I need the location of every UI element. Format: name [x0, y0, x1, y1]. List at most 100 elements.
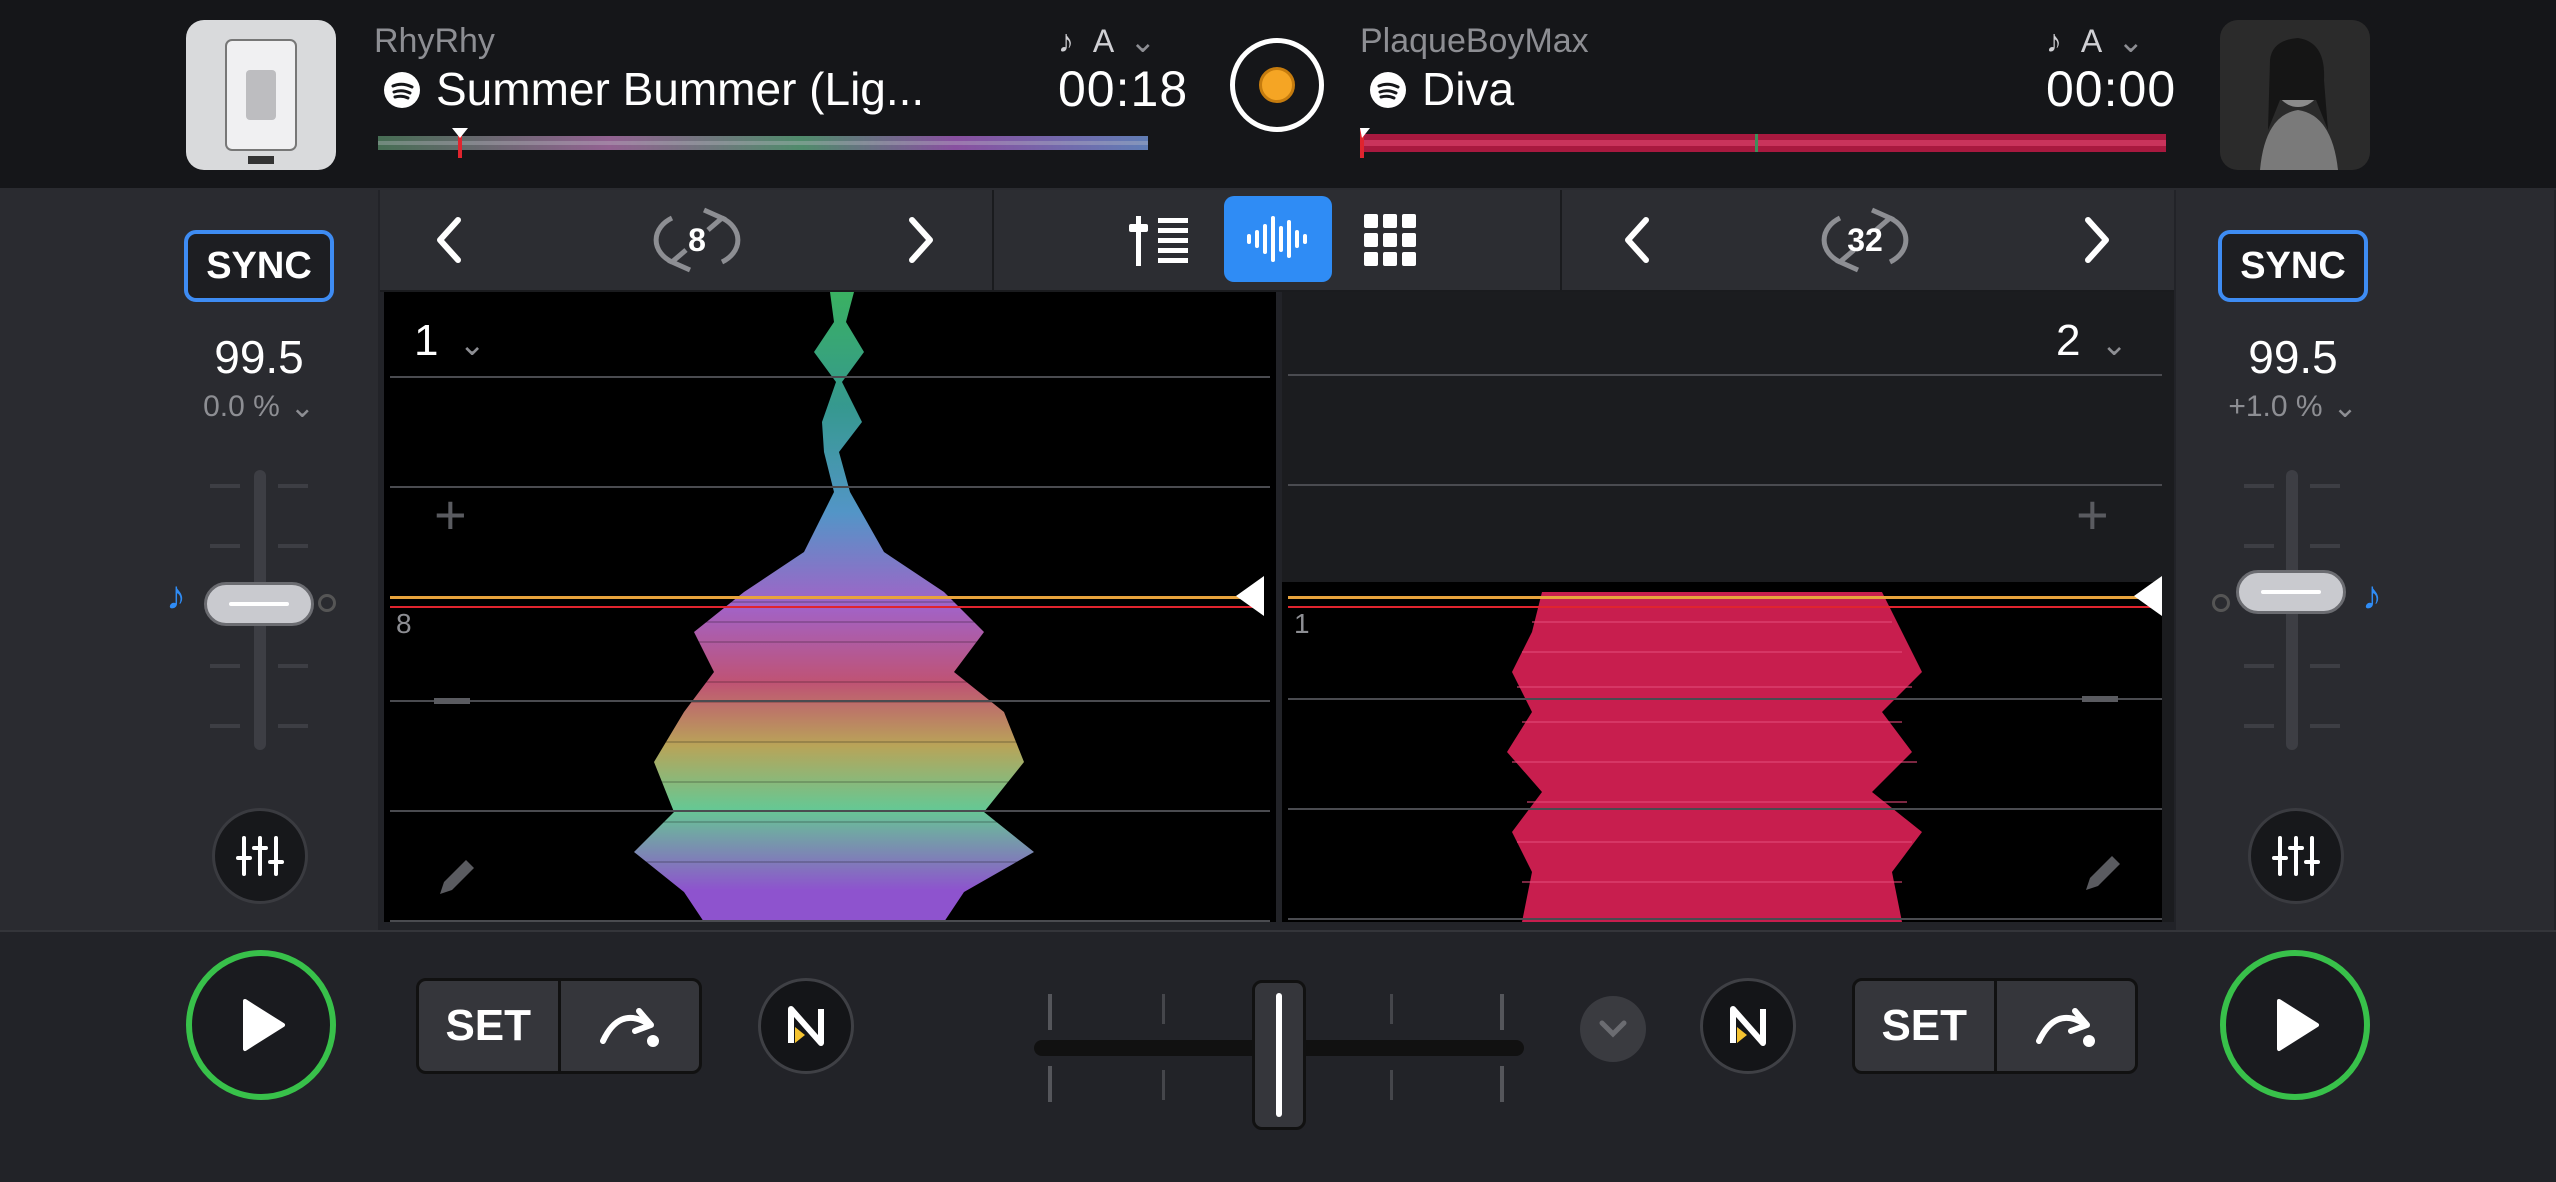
- deck1-cue-group: SET: [416, 978, 702, 1074]
- deck2-waveform-panel[interactable]: 2 ⌄ + 1: [1282, 292, 2174, 922]
- deck2-loop-next-button[interactable]: [2076, 212, 2116, 273]
- mixer-view-button[interactable]: [1126, 210, 1196, 275]
- fader-tick: [278, 484, 308, 488]
- music-note-icon[interactable]: ♪: [166, 574, 186, 619]
- minus-icon[interactable]: [434, 698, 470, 704]
- crossfader-tick: [1390, 994, 1393, 1024]
- crossfader-knob[interactable]: [1252, 980, 1306, 1130]
- music-note-icon: ♪: [2046, 23, 2062, 59]
- deck1-loop-next-button[interactable]: [900, 212, 940, 273]
- minus-icon[interactable]: [2082, 696, 2118, 702]
- chevron-down-icon: ⌄: [2332, 391, 2358, 424]
- deck1-time: 00:18: [1058, 61, 1189, 117]
- plus-icon[interactable]: +: [434, 482, 467, 547]
- fader-tick: [2310, 724, 2340, 728]
- chevron-right-icon: [2085, 217, 2109, 263]
- chevron-left-icon: [1625, 217, 1649, 263]
- play-icon: [2277, 999, 2319, 1051]
- deck2-pitch-selector[interactable]: +1.0 % ⌄: [2208, 390, 2378, 425]
- fader-knob[interactable]: [2236, 570, 2346, 614]
- deck2-loop-button[interactable]: 32: [1810, 200, 1920, 280]
- fader-tick: [2310, 544, 2340, 548]
- deck1-set-button[interactable]: SET: [419, 981, 561, 1071]
- spotify-icon: [384, 72, 420, 108]
- deck2-pitch: +1.0 %: [2228, 390, 2323, 423]
- deck1-loop-prev-button[interactable]: [430, 212, 470, 273]
- deck2-waveform: [1282, 374, 2162, 922]
- chevron-right-icon: [909, 217, 933, 263]
- cue-arrow-icon: [599, 1008, 659, 1047]
- crossfader-tick: [1162, 994, 1165, 1024]
- pads-view-button[interactable]: [1362, 212, 1418, 273]
- deck1-sync-button[interactable]: SYNC: [184, 230, 334, 302]
- deck1-waveform-panel[interactable]: 1 ⌄ + 8: [384, 292, 1276, 922]
- deck2-artist: PlaqueBoyMax: [1360, 22, 1589, 60]
- record-icon[interactable]: [1230, 38, 1324, 132]
- deck1-title[interactable]: Summer Bummer (Lig...: [436, 62, 924, 116]
- chevron-down-icon: ⌄: [2100, 326, 2128, 362]
- deck1-number-selector[interactable]: 1 ⌄: [414, 316, 486, 366]
- crossfader-options-button[interactable]: [1580, 996, 1646, 1062]
- neural-mix-icon: [788, 1006, 824, 1046]
- fader-tick: [2244, 544, 2274, 548]
- deck1-key-selector[interactable]: ♪ A ⌄: [1058, 22, 1156, 60]
- deck1-cue-jump-button[interactable]: [561, 981, 700, 1071]
- plus-icon[interactable]: +: [2076, 482, 2109, 547]
- fader-knob[interactable]: [204, 582, 314, 626]
- deck2-loop-prev-button[interactable]: [1618, 212, 1658, 273]
- deck1-overview-waveform[interactable]: [378, 128, 1148, 158]
- deck2-album-art[interactable]: [2220, 20, 2370, 170]
- deck2-bpm: 99.5: [2248, 331, 2338, 383]
- music-note-icon[interactable]: ♪: [2362, 574, 2382, 619]
- fader-tick: [2244, 724, 2274, 728]
- fader-tick: [2244, 664, 2274, 668]
- crossfader-tick: [1390, 1070, 1393, 1100]
- control-bar: 8 32: [380, 190, 2174, 292]
- fader-tick: [2310, 484, 2340, 488]
- deck1-side-panel: SYNC 99.5 0.0 % ⌄ ♪: [0, 190, 378, 930]
- top-bar: RhyRhy Summer Bummer (Lig... ♪ A ⌄ 00:18…: [0, 0, 2556, 190]
- deck2-beat-label: 1: [1294, 608, 1310, 639]
- deck2-play-button[interactable]: [2220, 950, 2370, 1100]
- crossfader[interactable]: [1030, 952, 1530, 1142]
- chevron-down-icon: ⌄: [1129, 23, 1157, 59]
- bottom-bar: SET SET: [0, 930, 2556, 1182]
- crossfader-tick: [1500, 994, 1504, 1030]
- fader-tick: [278, 724, 308, 728]
- music-note-icon: ♪: [1058, 23, 1074, 59]
- deck1-neural-mix-button[interactable]: [758, 978, 854, 1074]
- deck2-side-panel: SYNC 99.5 +1.0 % ⌄ ♪: [2176, 190, 2554, 930]
- deck2-key-selector[interactable]: ♪ A ⌄: [2046, 22, 2144, 60]
- deck1-album-art[interactable]: [186, 20, 336, 170]
- deck1-pitch: 0.0 %: [203, 390, 280, 423]
- grid-icon: [1364, 214, 1416, 266]
- deck1-key: A: [1092, 23, 1113, 59]
- waveform-view-button[interactable]: [1224, 196, 1332, 282]
- deck2-cue-jump-button[interactable]: [1997, 981, 2136, 1071]
- deck2-eq-button[interactable]: [2248, 808, 2344, 904]
- deck1-play-button[interactable]: [186, 950, 336, 1100]
- deck2-title[interactable]: Diva: [1422, 62, 1514, 116]
- pencil-icon[interactable]: [2078, 848, 2128, 903]
- chevron-down-icon: ⌄: [458, 326, 486, 362]
- fader-tick: [210, 724, 240, 728]
- fader-reset-dot[interactable]: [2212, 594, 2230, 612]
- deck2-key: A: [2080, 23, 2101, 59]
- deck1-pitch-selector[interactable]: 0.0 % ⌄: [184, 390, 334, 425]
- deck2-number-selector[interactable]: 2 ⌄: [2056, 316, 2128, 366]
- deck2-loop-size: 32: [1847, 222, 1883, 258]
- fader-reset-dot[interactable]: [318, 594, 336, 612]
- deck2-tempo-fader[interactable]: [2176, 450, 2376, 770]
- deck2-sync-button[interactable]: SYNC: [2218, 230, 2368, 302]
- mixer-icon: [1129, 216, 1188, 266]
- deck2-set-button[interactable]: SET: [1855, 981, 1997, 1071]
- fader-tick: [2310, 664, 2340, 668]
- deck1-loop-button[interactable]: 8: [642, 200, 752, 280]
- fader-tick: [210, 484, 240, 488]
- play-icon: [243, 999, 285, 1051]
- fader-tick: [210, 544, 240, 548]
- pencil-icon[interactable]: [432, 852, 482, 907]
- deck2-overview-waveform[interactable]: [1360, 128, 2166, 158]
- deck1-eq-button[interactable]: [212, 808, 308, 904]
- deck2-neural-mix-button[interactable]: [1700, 978, 1796, 1074]
